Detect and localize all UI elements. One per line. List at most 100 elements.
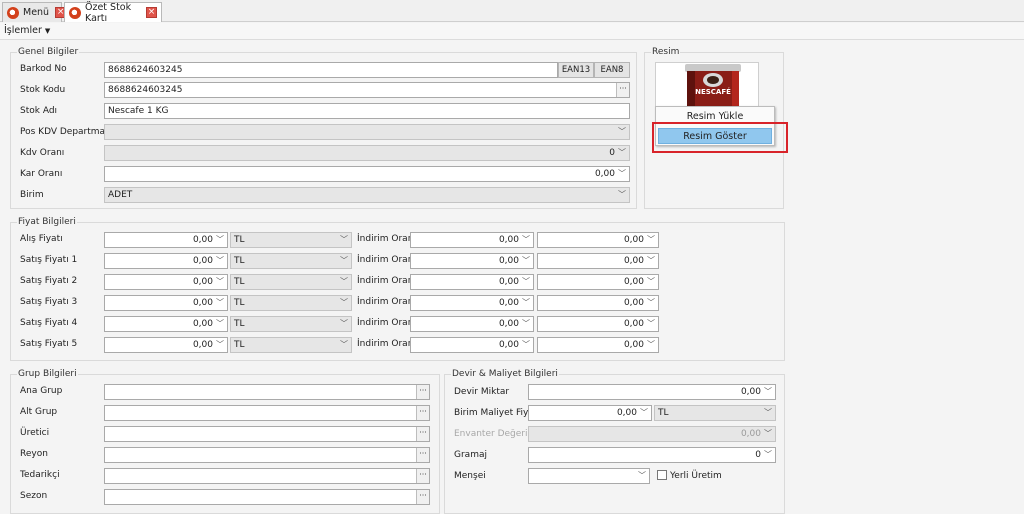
chevron-down-icon: ﹀ [647, 277, 655, 286]
fiyat-currency-value: TL [234, 235, 245, 245]
indirim-orani-input[interactable]: 0,00 ﹀ [410, 232, 534, 248]
chevron-down-icon: ﹀ [618, 148, 626, 157]
lookup-button[interactable]: ··· [616, 83, 629, 97]
chevron-down-icon: ﹀ [522, 298, 530, 307]
fiyat-currency-select[interactable]: TL ﹀ [230, 232, 352, 248]
stok-adi-label: Stok Adı [20, 106, 58, 116]
grup-row-label: Reyon [20, 449, 48, 459]
fiyat-currency-select[interactable]: TL ﹀ [230, 316, 352, 332]
barkod-input[interactable]: 8688624603245 [104, 62, 558, 78]
kar-orani-label: Kar Oranı [20, 169, 63, 179]
kar-orani-value: 0,00 [594, 169, 615, 179]
indirim-orani-2-input[interactable]: 0,00 ﹀ [537, 337, 659, 353]
indirim-orani-input[interactable]: 0,00 ﹀ [410, 253, 534, 269]
chevron-down-icon: ﹀ [216, 340, 224, 349]
envanter-label: Envanter Değeri [454, 429, 528, 439]
indirim-orani-2-input[interactable]: 0,00 ﹀ [537, 274, 659, 290]
grup-row-label: Üretici [20, 428, 50, 438]
lookup-button[interactable]: ··· [416, 490, 429, 504]
indirim-orani-2-input[interactable]: 0,00 ﹀ [537, 253, 659, 269]
indirim-orani-label: İndirim Oranı [357, 255, 416, 265]
islemler-label: İşlemler [4, 25, 42, 36]
fiyat-price-input[interactable]: 0,00 ﹀ [104, 253, 228, 269]
indirim-orani-2-value: 0,00 [623, 298, 644, 308]
indirim-orani-2-input[interactable]: 0,00 ﹀ [537, 232, 659, 248]
indirim-orani-input[interactable]: 0,00 ﹀ [410, 316, 534, 332]
birim-maliyet-currency-select[interactable]: TL ﹀ [654, 405, 776, 421]
fiyat-price-input[interactable]: 0,00 ﹀ [104, 337, 228, 353]
indirim-orani-input[interactable]: 0,00 ﹀ [410, 295, 534, 311]
grup-row-input[interactable]: ··· [104, 468, 430, 484]
fiyat-price-input[interactable]: 0,00 ﹀ [104, 232, 228, 248]
tab-menu-label: Menü [23, 7, 50, 18]
chevron-down-icon: ﹀ [522, 256, 530, 265]
indirim-orani-value: 0,00 [498, 277, 519, 287]
tab-menu[interactable]: Menü × [2, 2, 67, 22]
kdv-orani-value: 0 [609, 148, 615, 158]
stok-kodu-input[interactable]: 8688624603245 ··· [104, 82, 630, 98]
birim-select[interactable]: ADET ﹀ [104, 187, 630, 203]
pos-kdv-select[interactable]: ﹀ [104, 124, 630, 140]
indirim-orani-input[interactable]: 0,00 ﹀ [410, 274, 534, 290]
grup-row-input[interactable]: ··· [104, 426, 430, 442]
devir-miktar-input[interactable]: 0,00 ﹀ [528, 384, 776, 400]
fiyat-currency-select[interactable]: TL ﹀ [230, 337, 352, 353]
chevron-down-icon: ﹀ [216, 319, 224, 328]
fiyat-currency-value: TL [234, 277, 245, 287]
fiyat-price-input[interactable]: 0,00 ﹀ [104, 295, 228, 311]
indirim-orani-2-value: 0,00 [623, 277, 644, 287]
fiyat-row-label: Alış Fiyatı [20, 234, 63, 244]
chevron-down-icon: ﹀ [522, 235, 530, 244]
tab-strip: Menü × Özet Stok Kartı × [0, 0, 1024, 24]
fiyat-currency-value: TL [234, 298, 245, 308]
indirim-orani-2-input[interactable]: 0,00 ﹀ [537, 295, 659, 311]
islemler-menu[interactable]: İşlemler ▼ [4, 25, 50, 36]
ean8-button[interactable]: EAN8 [594, 62, 630, 78]
lookup-button[interactable]: ··· [416, 448, 429, 462]
chevron-down-icon: ﹀ [618, 127, 626, 136]
fiyat-price-input[interactable]: 0,00 ﹀ [104, 316, 228, 332]
fiyat-currency-value: TL [234, 256, 245, 266]
kdv-orani-select[interactable]: 0 ﹀ [104, 145, 630, 161]
close-icon[interactable]: × [146, 7, 157, 18]
yerli-uretim-label: Yerli Üretim [670, 471, 722, 481]
fiyat-currency-value: TL [234, 319, 245, 329]
stok-adi-input[interactable]: Nescafe 1 KG [104, 103, 630, 119]
stok-kodu-value: 8688624603245 [108, 85, 183, 95]
birim-maliyet-input[interactable]: 0,00 ﹀ [528, 405, 652, 421]
mensei-select[interactable]: ﹀ [528, 468, 650, 484]
indirim-orani-input[interactable]: 0,00 ﹀ [410, 337, 534, 353]
fiyat-price-value: 0,00 [192, 235, 213, 245]
chevron-down-icon: ﹀ [764, 387, 772, 396]
nescafe-jar-image: NESCAFÉ [656, 63, 758, 107]
chevron-down-icon: ﹀ [340, 235, 348, 244]
tab-ozet-stok-karti[interactable]: Özet Stok Kartı × [64, 2, 162, 24]
lookup-button[interactable]: ··· [416, 469, 429, 483]
indirim-orani-2-input[interactable]: 0,00 ﹀ [537, 316, 659, 332]
yerli-uretim-checkbox[interactable] [657, 470, 667, 480]
devir-miktar-value: 0,00 [740, 387, 761, 397]
fiyat-row-label: Satış Fiyatı 3 [20, 297, 78, 307]
chevron-down-icon: ﹀ [647, 256, 655, 265]
grup-row-input[interactable]: ··· [104, 447, 430, 463]
lookup-button[interactable]: ··· [416, 427, 429, 441]
fiyat-price-value: 0,00 [192, 340, 213, 350]
fiyat-price-input[interactable]: 0,00 ﹀ [104, 274, 228, 290]
kar-orani-input[interactable]: 0,00 ﹀ [104, 166, 630, 182]
indirim-orani-2-value: 0,00 [623, 319, 644, 329]
grup-row-input[interactable]: ··· [104, 384, 430, 400]
chevron-down-icon: ﹀ [522, 277, 530, 286]
gramaj-input[interactable]: 0 ﹀ [528, 447, 776, 463]
fiyat-currency-select[interactable]: TL ﹀ [230, 253, 352, 269]
grup-row-input[interactable]: ··· [104, 489, 430, 505]
lookup-button[interactable]: ··· [416, 385, 429, 399]
product-image[interactable]: NESCAFÉ [655, 62, 759, 108]
grup-row-input[interactable]: ··· [104, 405, 430, 421]
chevron-down-icon: ﹀ [340, 319, 348, 328]
fiyat-currency-select[interactable]: TL ﹀ [230, 295, 352, 311]
chevron-down-icon: ﹀ [216, 277, 224, 286]
kdv-orani-label: Kdv Oranı [20, 148, 65, 158]
fiyat-currency-select[interactable]: TL ﹀ [230, 274, 352, 290]
ean13-button[interactable]: EAN13 [558, 62, 594, 78]
lookup-button[interactable]: ··· [416, 406, 429, 420]
